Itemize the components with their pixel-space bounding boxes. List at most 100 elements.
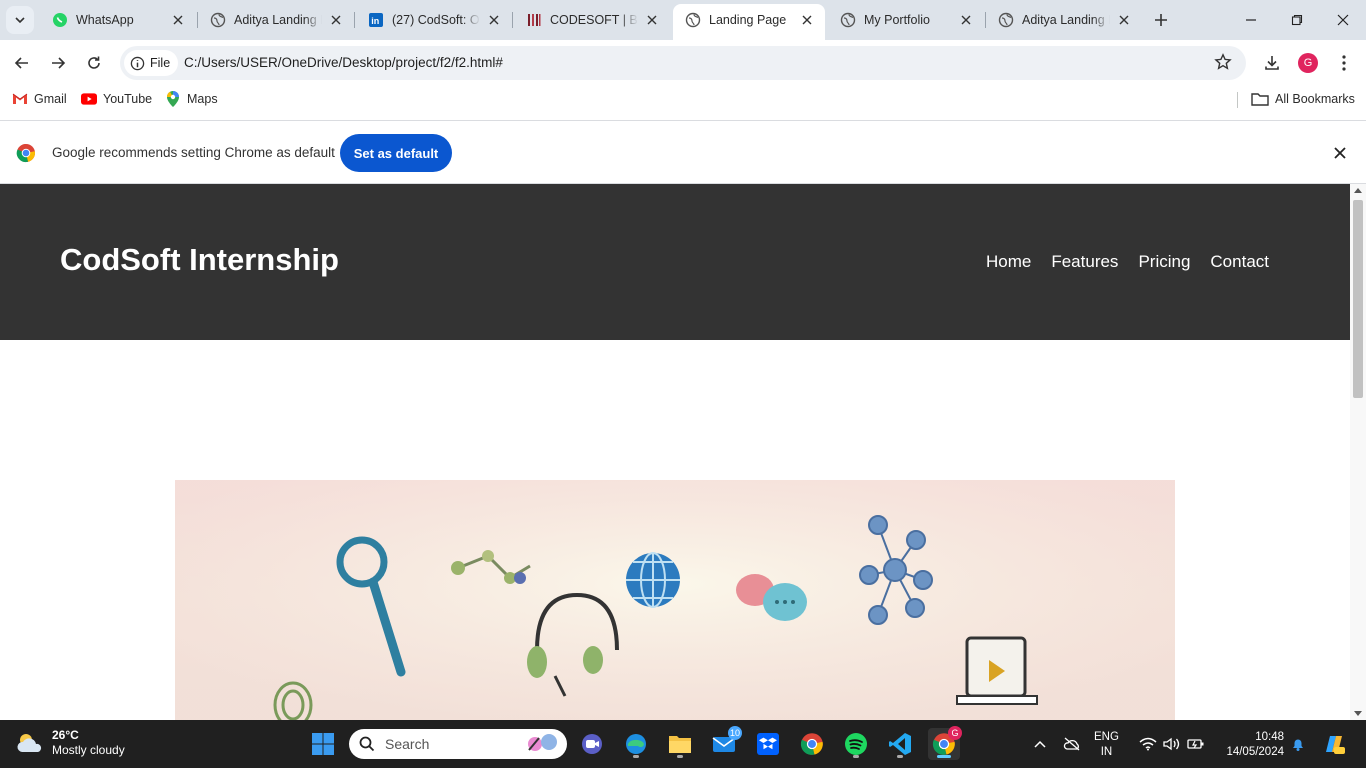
scroll-up-arrow-icon[interactable] (1354, 188, 1362, 193)
taskbar-vscode[interactable] (884, 728, 916, 760)
browser-toolbar: File C:/Users/USER/OneDrive/Desktop/proj… (0, 40, 1366, 86)
taskbar-edge[interactable] (620, 728, 652, 760)
tab-strip: WhatsApp Aditya Landing P in (27) CodSof… (0, 0, 1366, 40)
tab-separator (354, 12, 355, 28)
address-bar[interactable]: File C:/Users/USER/OneDrive/Desktop/proj… (120, 46, 1246, 80)
hero-image (175, 480, 1175, 720)
all-bookmarks-button[interactable]: All Bookmarks (1251, 91, 1355, 107)
bookmark-gmail[interactable]: Gmail (12, 91, 67, 107)
forward-button[interactable] (43, 48, 73, 78)
scroll-down-arrow-icon[interactable] (1354, 711, 1362, 716)
running-indicator (897, 755, 903, 758)
nav-pricing-link[interactable]: Pricing (1138, 252, 1190, 272)
svg-text:in: in (371, 16, 379, 26)
minimize-button[interactable] (1228, 0, 1274, 40)
chevron-up-icon (1034, 740, 1046, 748)
nav-features-link[interactable]: Features (1051, 252, 1118, 272)
spotify-icon (845, 733, 867, 755)
battery-icon (1187, 739, 1204, 749)
bookmark-star-button[interactable] (1214, 53, 1232, 74)
linkedin-icon: in (368, 12, 384, 28)
tab-title: Aditya Landing P (234, 13, 322, 27)
tray-battery[interactable] (1180, 728, 1212, 760)
clock-time: 10:48 (1255, 731, 1284, 743)
taskbar-file-explorer[interactable] (664, 728, 696, 760)
weather-widget[interactable]: 26°C Mostly cloudy (16, 728, 125, 758)
close-tab-icon[interactable] (799, 12, 815, 28)
gmail-icon (12, 91, 28, 107)
taskbar-dropbox[interactable] (752, 728, 784, 760)
close-icon (1334, 147, 1346, 159)
globe-icon (998, 12, 1014, 28)
tab-whatsapp[interactable]: WhatsApp (40, 4, 196, 36)
tab-landing-page[interactable]: Landing Page (673, 4, 825, 40)
set-as-default-button[interactable]: Set as default (340, 134, 452, 172)
site-nav: Home Features Pricing Contact (986, 252, 1269, 272)
infobar-close-button[interactable] (1330, 143, 1350, 163)
tab-title: CODESOFT | Ban (550, 13, 638, 27)
bookmark-youtube[interactable]: YouTube (81, 91, 152, 107)
running-indicator (677, 755, 683, 758)
arrow-left-icon (14, 57, 28, 69)
tab-codsoft-linkedin[interactable]: in (27) CodSoft: Ov (356, 4, 512, 36)
clock[interactable]: 10:48 14/05/2024 (1220, 730, 1284, 760)
close-window-button[interactable] (1320, 0, 1366, 40)
language-indicator[interactable]: ENG IN (1094, 730, 1119, 760)
bell-icon (1293, 739, 1303, 751)
mail-badge: 10 (727, 726, 742, 740)
clock-date: 14/05/2024 (1226, 746, 1284, 758)
close-tab-icon[interactable] (644, 12, 660, 28)
downloads-button[interactable] (1259, 50, 1285, 76)
close-tab-icon[interactable] (328, 12, 344, 28)
new-tab-button[interactable] (1148, 7, 1174, 33)
tray-network-off[interactable] (1056, 728, 1088, 760)
tab-my-portfolio[interactable]: My Portfolio (828, 4, 984, 36)
nav-contact-link[interactable]: Contact (1210, 252, 1269, 272)
show-hidden-icons-button[interactable] (1024, 728, 1056, 760)
tab-codesoft[interactable]: CODESOFT | Ban (514, 4, 670, 36)
close-tab-icon[interactable] (170, 12, 186, 28)
bookmarks-bar: Gmail YouTube Maps All Bookmarks (0, 86, 1366, 114)
tab-aditya-landing[interactable]: Aditya Landing P (198, 4, 354, 36)
restore-button[interactable] (1274, 0, 1320, 40)
scrollbar-thumb[interactable] (1353, 200, 1363, 398)
codesoft-icon (526, 12, 542, 28)
close-tab-icon[interactable] (1116, 12, 1132, 28)
bookmark-label: Gmail (34, 92, 67, 106)
back-button[interactable] (7, 48, 37, 78)
tab-search-button[interactable] (6, 6, 34, 34)
scheme-label: File (150, 56, 171, 70)
maps-icon (165, 91, 181, 107)
close-tab-icon[interactable] (486, 12, 502, 28)
reload-button[interactable] (79, 48, 109, 78)
taskbar-meet-app[interactable] (576, 728, 608, 760)
close-tab-icon[interactable] (958, 12, 974, 28)
bookmark-maps[interactable]: Maps (165, 91, 218, 107)
nav-home-link[interactable]: Home (986, 252, 1031, 272)
taskbar-chrome-2[interactable] (796, 728, 828, 760)
taskbar-search[interactable]: Search (349, 729, 567, 759)
page-scrollbar[interactable] (1350, 184, 1366, 720)
tab-title: Aditya Landing P (1022, 13, 1110, 27)
profile-button[interactable]: G (1295, 50, 1321, 76)
active-indicator (937, 755, 951, 758)
site-info-chip[interactable]: File (124, 50, 179, 76)
whatsapp-icon (52, 12, 68, 28)
url-text[interactable]: C:/Users/USER/OneDrive/Desktop/project/f… (184, 55, 503, 70)
language-code: ENG (1094, 731, 1119, 743)
more-vert-icon (1342, 55, 1346, 71)
folder-icon (1251, 91, 1269, 107)
default-browser-infobar: Google recommends setting Chrome as defa… (0, 120, 1366, 184)
notifications-button[interactable] (1282, 728, 1314, 760)
taskbar-chrome-active[interactable]: G (928, 726, 962, 760)
reload-icon (88, 56, 100, 69)
taskbar-spotify[interactable] (840, 728, 872, 760)
start-button[interactable] (307, 728, 339, 760)
chevron-down-icon (15, 17, 25, 24)
taskbar-mail[interactable]: 10 (708, 726, 742, 760)
menu-button[interactable] (1331, 50, 1357, 76)
bookmark-label: Maps (187, 92, 218, 106)
tab-title: Landing Page (709, 13, 787, 27)
tab-aditya-landing-2[interactable]: Aditya Landing P (986, 4, 1142, 36)
copilot-button[interactable] (1318, 728, 1350, 760)
